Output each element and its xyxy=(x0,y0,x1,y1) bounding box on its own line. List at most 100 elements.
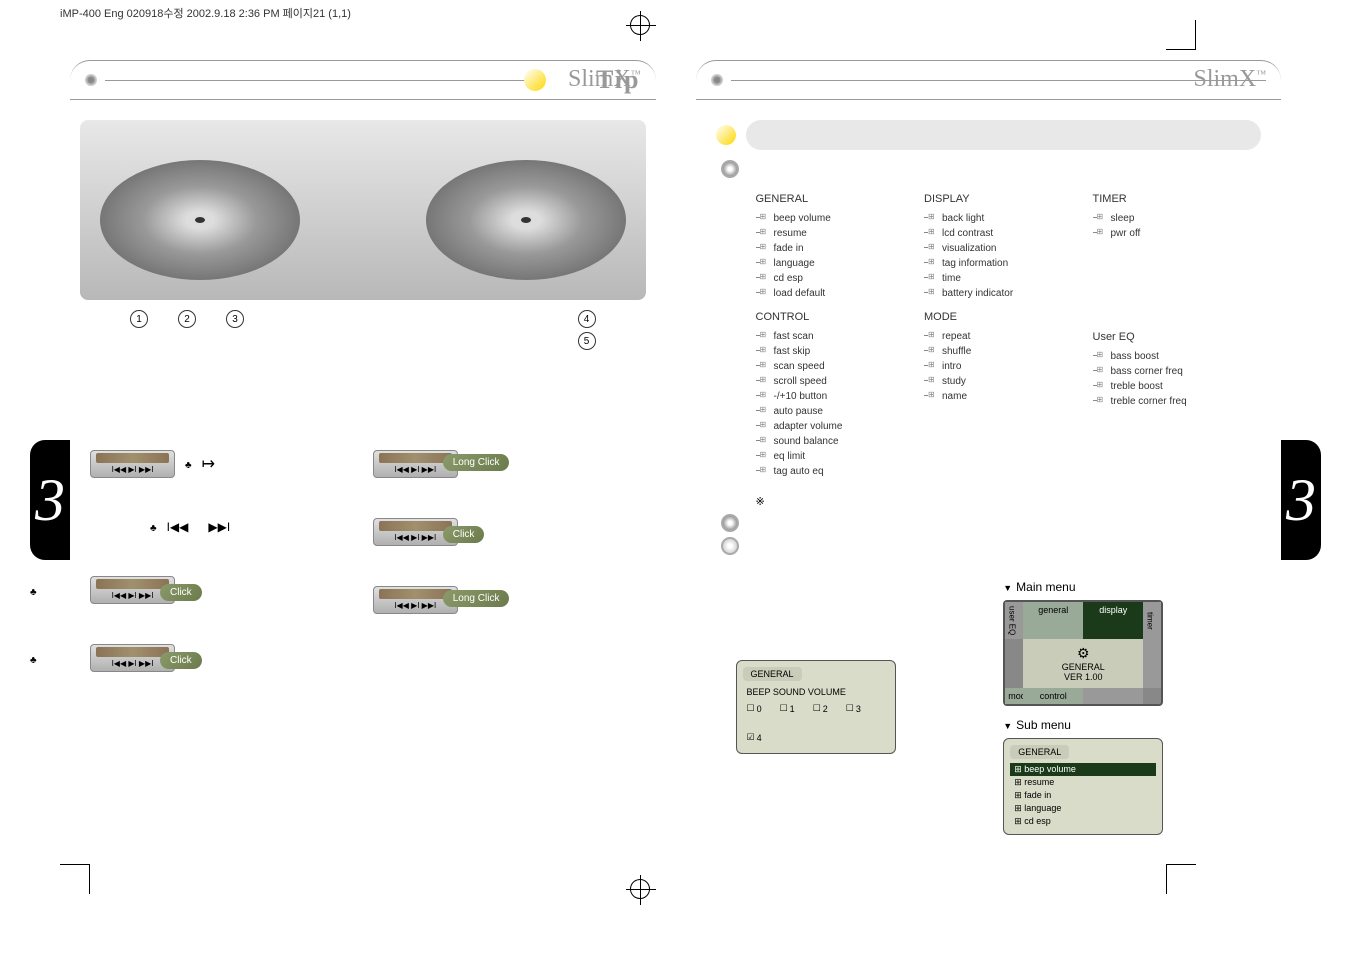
section-title-general: GENERAL xyxy=(756,193,885,205)
beep-option: 3 xyxy=(846,703,861,714)
mm-tab-general: general xyxy=(1023,602,1083,639)
club-icon xyxy=(30,650,37,668)
preview-title-main: Main menu xyxy=(1003,580,1241,594)
section-title-usereq: User EQ xyxy=(1093,331,1222,343)
menu-item: lcd contrast xyxy=(942,226,1053,241)
brand-logo: SlimX™ xyxy=(1194,66,1267,93)
section-marker-icon xyxy=(721,160,739,178)
submenu-item: ⊞ fade in xyxy=(1010,789,1156,802)
beep-option: 2 xyxy=(813,703,828,714)
registration-mark xyxy=(630,15,650,35)
menu-item: eq limit xyxy=(774,449,885,464)
mm-tab-mode: mode xyxy=(1005,688,1023,704)
submenu-item: ⊞ resume xyxy=(1010,776,1156,789)
crop-mark xyxy=(1166,20,1196,50)
menu-item: auto pause xyxy=(774,404,885,419)
mm-tab-display: display xyxy=(1083,602,1143,639)
page-header-left: Tip SlimX™ xyxy=(70,60,656,100)
registration-mark xyxy=(630,879,650,899)
remote-diagrams: I◀◀ ▶I ▶▶I ↦ I◀◀▶▶I I◀◀ ▶I ▶▶I Click xyxy=(70,450,656,672)
callout-4: 4 xyxy=(578,310,596,328)
menu-item: adapter volume xyxy=(774,419,885,434)
callout-2: 2 xyxy=(178,310,196,328)
submenu-item: ⊞ beep volume xyxy=(1010,763,1156,776)
menu-item: name xyxy=(942,389,1053,404)
menu-item: language xyxy=(774,256,885,271)
left-page: 3 Tip SlimX™ 1 2 3 4 5 xyxy=(70,60,656,854)
menu-item: shuffle xyxy=(942,344,1053,359)
menu-item: treble corner freq xyxy=(1111,394,1222,409)
mm-side-right: timer xyxy=(1143,602,1161,639)
menu-item: load default xyxy=(774,286,885,301)
mm-tab-control: control xyxy=(1023,688,1083,704)
callout-1: 1 xyxy=(130,310,148,328)
crop-mark xyxy=(60,864,90,894)
lcd-preview-general: GENERAL BEEP SOUND VOLUME 0 1 2 3 4 xyxy=(736,660,896,754)
side-tab-number: 3 xyxy=(1281,440,1321,560)
menu-item: battery indicator xyxy=(942,286,1053,301)
callout-3: 3 xyxy=(226,310,244,328)
section-title-timer: TIMER xyxy=(1093,193,1222,205)
click-bubble: Click xyxy=(160,584,202,601)
page-header-right: SlimX™ xyxy=(696,60,1282,100)
mm-side-left: user EQ xyxy=(1005,602,1023,639)
document-meta: iMP-400 Eng 020918수정 2002.9.18 2:36 PM 페… xyxy=(60,5,351,21)
preview-title-sub: Sub menu xyxy=(1003,718,1241,732)
menu-tree: 1 GENERAL beep volumeresumefade inlangua… xyxy=(696,183,1282,489)
lightbulb-icon xyxy=(524,69,546,91)
crop-mark xyxy=(1166,864,1196,894)
lcd-preview-submenu: GENERAL ⊞ beep volume⊞ resume⊞ fade in⊞ … xyxy=(1003,738,1163,835)
section-title-control: CONTROL xyxy=(756,311,885,323)
menu-item: scroll speed xyxy=(774,374,885,389)
beep-option: 1 xyxy=(780,703,795,714)
menu-item: sleep xyxy=(1111,211,1222,226)
menu-item: fade in xyxy=(774,241,885,256)
remote-control: I◀◀ ▶I ▶▶I xyxy=(90,450,175,478)
menu-item: back light xyxy=(942,211,1053,226)
heading-bar xyxy=(746,120,1262,150)
section-title-display: DISPLAY xyxy=(924,193,1053,205)
section-title-mode: MODE xyxy=(924,311,1053,323)
long-click-bubble: Long Click xyxy=(443,454,510,471)
menu-item: scan speed xyxy=(774,359,885,374)
menu-item: tag auto eq xyxy=(774,464,885,479)
cd-player-left xyxy=(100,160,300,280)
lightbulb-icon xyxy=(716,125,736,145)
submenu-item: ⊞ language xyxy=(1010,802,1156,815)
menu-item: visualization xyxy=(942,241,1053,256)
callout-numbers: 1 2 3 4 5 xyxy=(130,310,596,350)
menu-item: treble boost xyxy=(1111,379,1222,394)
club-icon xyxy=(185,455,192,473)
long-click-bubble: Long Click xyxy=(443,590,510,607)
beep-option: 0 xyxy=(747,703,762,714)
menu-item: repeat xyxy=(942,329,1053,344)
lcd-tab: GENERAL xyxy=(1010,745,1069,759)
arrow-icon: ↦ xyxy=(202,454,215,474)
menu-item: -/+10 button xyxy=(774,389,885,404)
footnote-icon: ※ xyxy=(756,495,1222,508)
menu-item: fast skip xyxy=(774,344,885,359)
side-tab-right: 3 xyxy=(1281,440,1321,560)
callout-5: 5 xyxy=(578,332,596,350)
menu-item: beep volume xyxy=(774,211,885,226)
brand-logo: SlimX™ xyxy=(568,66,641,93)
menu-item: time xyxy=(942,271,1053,286)
click-bubble: Click xyxy=(443,526,485,543)
beep-option: 4 xyxy=(747,732,762,743)
club-icon xyxy=(150,518,157,536)
menu-item: pwr off xyxy=(1111,226,1222,241)
side-tab-left: 3 xyxy=(30,440,70,560)
click-bubble: Click xyxy=(160,652,202,669)
menu-item: study xyxy=(942,374,1053,389)
club-icon xyxy=(30,582,37,600)
lcd-tab: GENERAL xyxy=(743,667,802,681)
right-page: 3 SlimX™ 1 GENERAL beep volumeresumefade… xyxy=(696,60,1282,854)
menu-item: tag information xyxy=(942,256,1053,271)
menu-item: cd esp xyxy=(774,271,885,286)
menu-item: fast scan xyxy=(774,329,885,344)
menu-item: intro xyxy=(942,359,1053,374)
lcd-preview-mainmenu: user EQ general display timer ⚙ GENERAL … xyxy=(1003,600,1163,706)
side-tab-number: 3 xyxy=(30,440,70,560)
menu-item: bass corner freq xyxy=(1111,364,1222,379)
lcd-subtitle: BEEP SOUND VOLUME xyxy=(743,685,889,699)
